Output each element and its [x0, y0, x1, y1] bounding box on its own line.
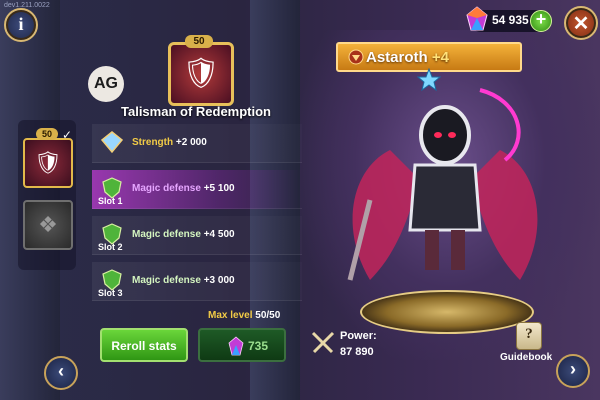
talisman-main-icon: 🛡: [168, 42, 234, 106]
slot-label: Slot 1: [98, 196, 123, 206]
max-level: Max level 50/50: [208, 310, 280, 321]
ag-logo: AG: [88, 66, 124, 102]
info-button[interactable]: i: [4, 8, 38, 42]
check-icon: ✓: [62, 128, 73, 142]
info-icon: i: [18, 14, 24, 34]
close-icon: ✕: [572, 13, 590, 35]
stat-row-main: Strength +2 000: [92, 124, 302, 163]
plus-icon: +: [535, 9, 547, 29]
stat-row-slot-3[interactable]: Slot 3 Magic defense +3 000: [92, 262, 302, 301]
stat-value: +5 100: [203, 183, 235, 194]
talisman-icon: 🛡: [34, 150, 62, 175]
stat-row-slot-1[interactable]: Slot 1 Magic defense +5 100: [92, 170, 302, 209]
locked-artifact-icon: ❖: [38, 212, 58, 237]
crystal-icon: [100, 131, 124, 154]
max-level-value: 50/50: [255, 310, 281, 321]
stat-name: Magic defense: [132, 275, 201, 286]
stat-name: Magic defense: [132, 229, 201, 240]
talisman-level-badge: 50: [185, 35, 213, 48]
stat-value: +4 500: [203, 229, 235, 240]
power-value: 87 890: [340, 346, 374, 358]
gem-icon: [228, 336, 244, 356]
next-button[interactable]: ›: [556, 354, 590, 388]
reroll-stats-button[interactable]: Reroll stats: [100, 328, 188, 362]
slot-label: Slot 3: [98, 288, 123, 298]
previous-button[interactable]: ‹: [44, 356, 78, 390]
locked-slot[interactable]: ❖: [23, 200, 73, 250]
question-icon: ?: [525, 326, 533, 342]
stat-name: Strength: [132, 137, 174, 148]
stat-value: +3 000: [203, 275, 235, 286]
crossed-swords-icon: [311, 331, 335, 354]
gem-count: 54 935: [492, 13, 529, 27]
reroll-cost-button[interactable]: 735: [198, 328, 286, 362]
guidebook-icon[interactable]: ?: [516, 322, 542, 350]
guidebook-label[interactable]: Guidebook: [500, 352, 552, 363]
talisman-emblem-icon: 🛡: [181, 57, 221, 90]
faction-icon: [348, 49, 364, 65]
talisman-slot-level: 50: [36, 128, 58, 140]
version-label: dev1.211.0022: [4, 2, 50, 9]
max-level-label: Max level: [208, 310, 253, 321]
reroll-cost: 735: [248, 339, 269, 353]
stat-row-slot-2[interactable]: Slot 2 Magic defense +4 500: [92, 216, 302, 255]
power-label: Power:: [340, 330, 377, 342]
chevron-left-icon: ‹: [58, 361, 64, 381]
close-button[interactable]: ✕: [564, 6, 598, 40]
chevron-right-icon: ›: [570, 359, 576, 379]
hero-figure[interactable]: [330, 80, 560, 300]
item-title: Talisman of Redemption: [121, 104, 271, 119]
talisman-slot[interactable]: 🛡: [23, 138, 73, 188]
stat-value: +2 000: [175, 137, 207, 148]
hero-name: Astaroth: [366, 49, 428, 66]
gem-icon: [466, 6, 488, 31]
slot-label: Slot 2: [98, 242, 123, 252]
hero-promotion: +4: [431, 49, 449, 66]
stat-name: Magic defense: [132, 183, 201, 194]
add-gems-button[interactable]: +: [530, 9, 552, 32]
